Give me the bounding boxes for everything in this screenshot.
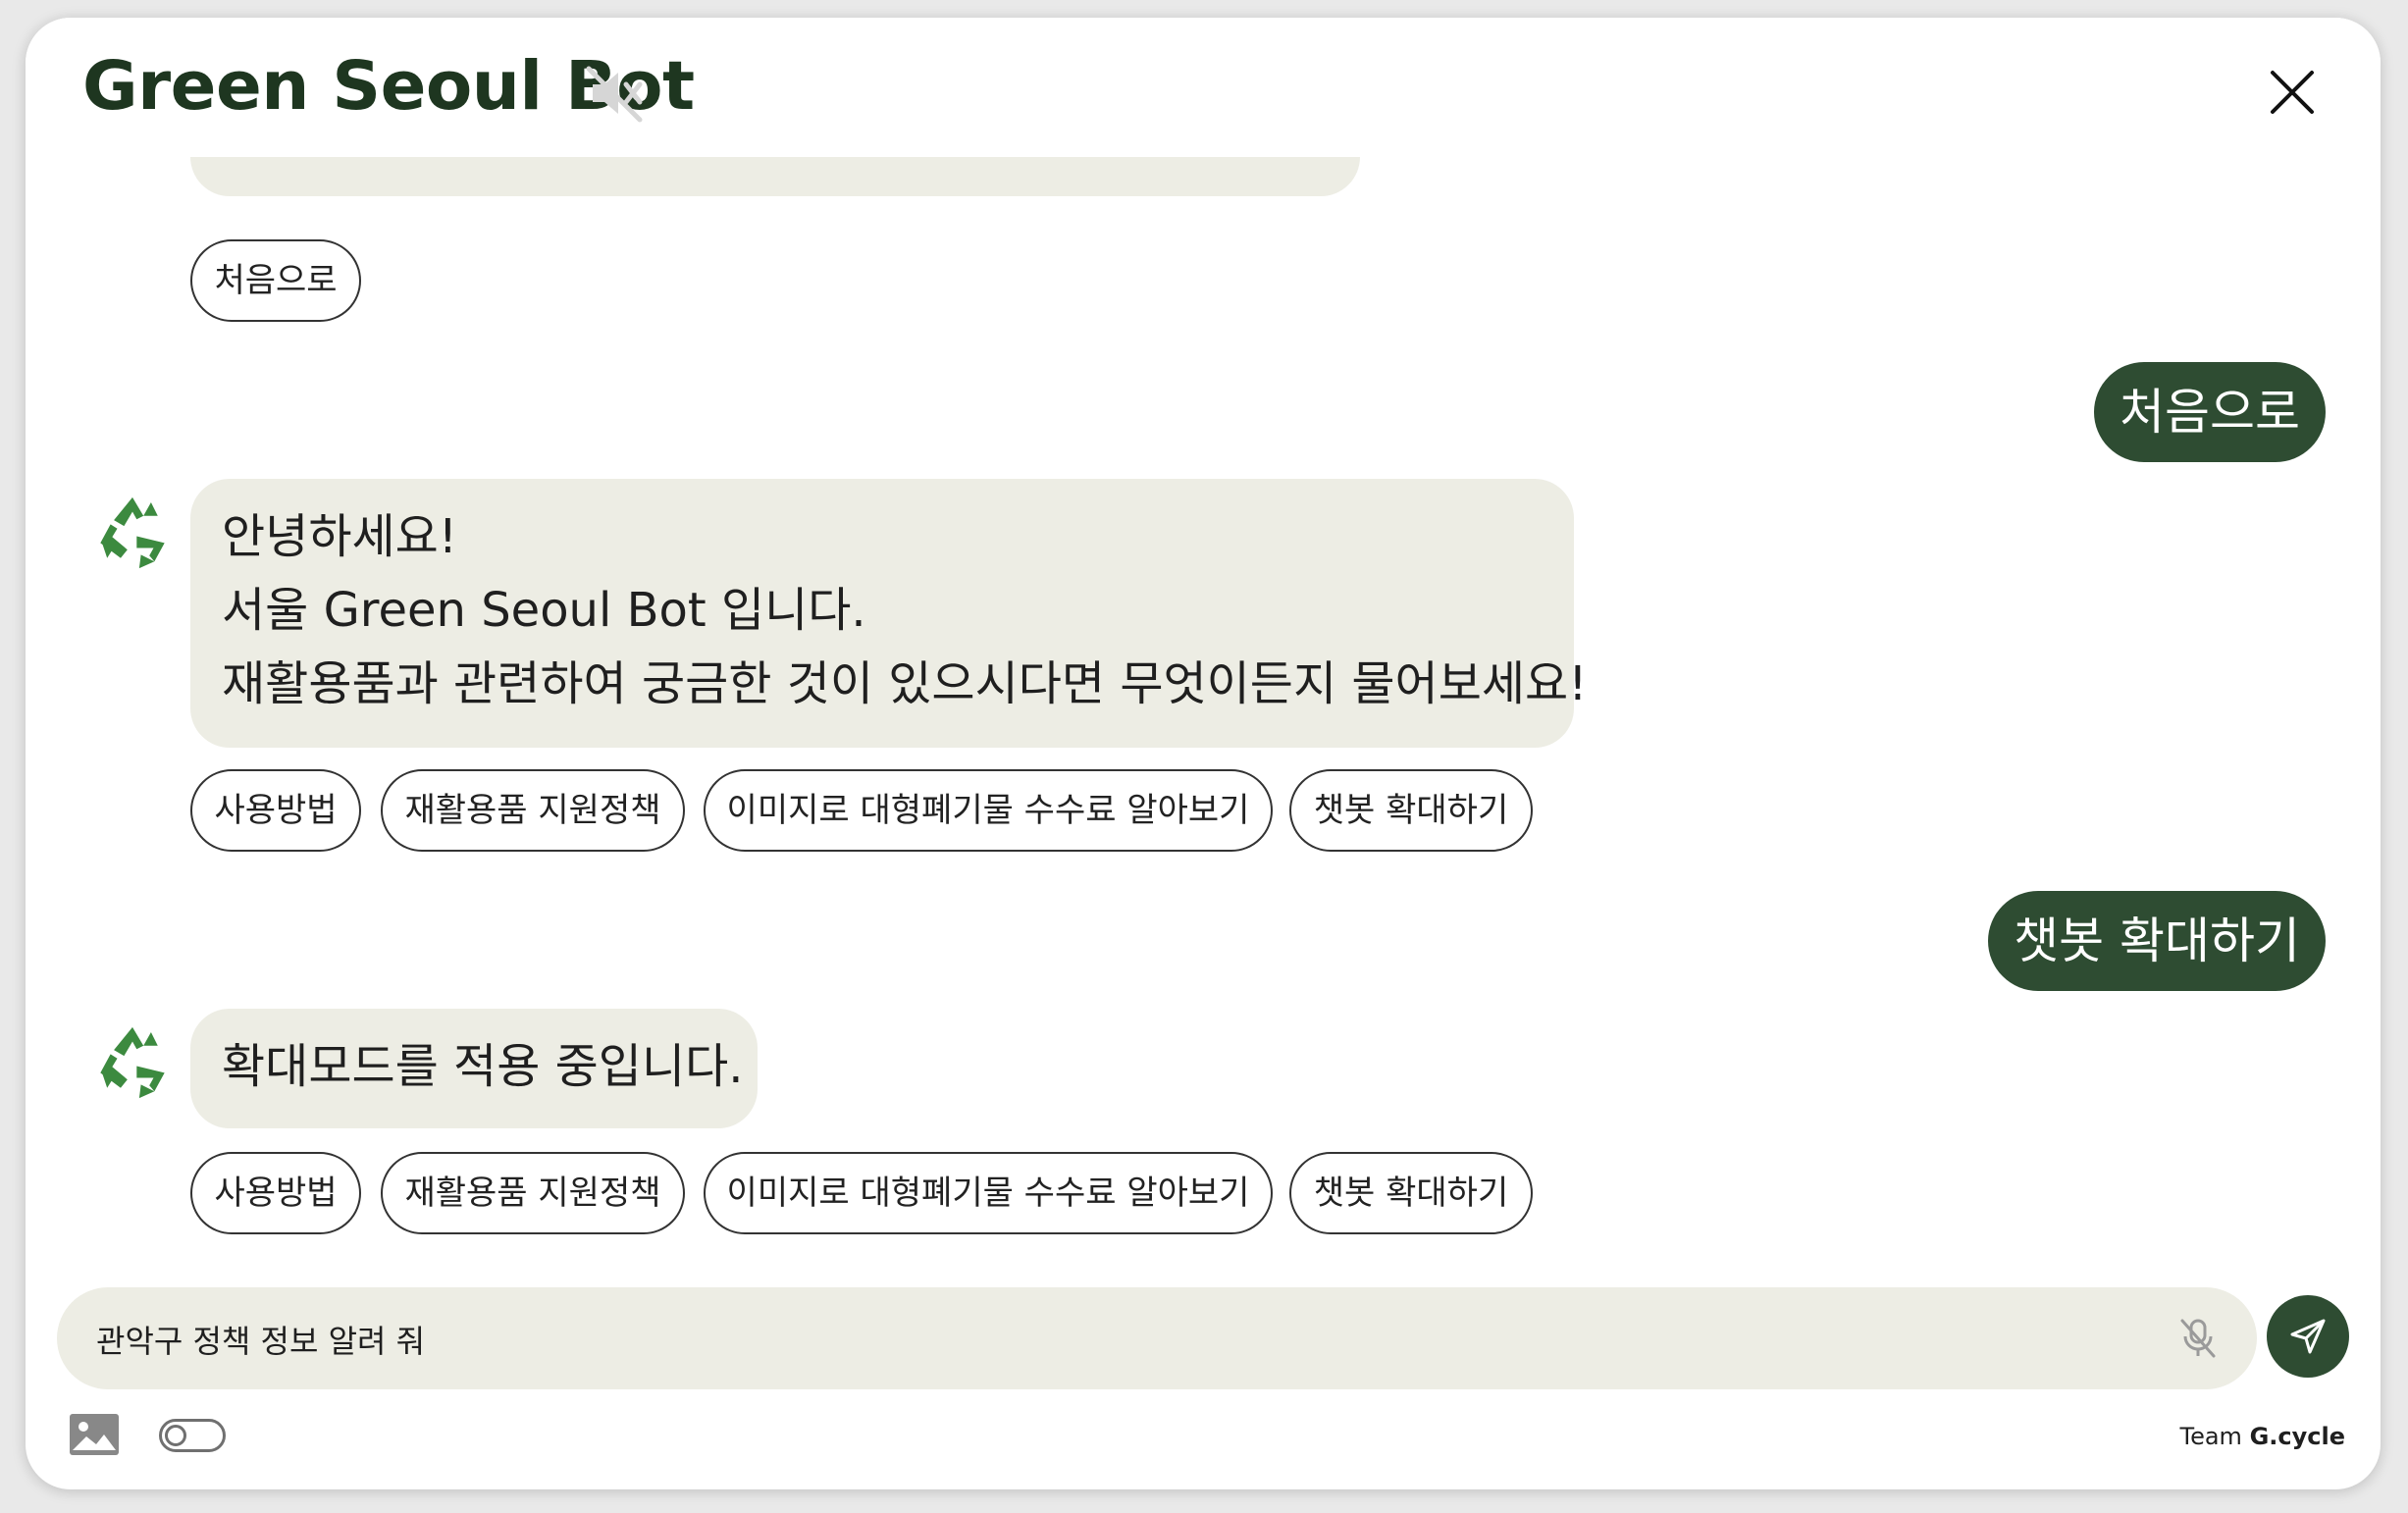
team-credit: Team G.cycle (2180, 1423, 2346, 1450)
chip-image-fee-lookup[interactable]: 이미지로 대형폐기물 수수료 알아보기 (704, 769, 1273, 852)
bot-message-zoom: 확대모드를 적용 중입니다. (190, 1009, 758, 1128)
greeting-line-1: 안녕하세요! (222, 509, 458, 564)
credit-prefix: Team (2179, 1423, 2242, 1450)
greeting-line-3: 재활용품과 관련하여 궁금한 것이 있으시다면 무엇이든지 물어보세요! (222, 656, 1588, 711)
toggle-switch[interactable] (159, 1419, 226, 1452)
speaker-muted-icon[interactable] (583, 61, 648, 126)
send-button[interactable] (2267, 1295, 2349, 1378)
recycle-avatar-icon (100, 1026, 165, 1099)
chip-recycling-policy[interactable]: 재활용품 지원정책 (381, 1152, 685, 1234)
send-icon (2290, 1319, 2326, 1354)
chip-home[interactable]: 처음으로 (190, 239, 361, 322)
header: Green Seoul Bot (26, 18, 2381, 157)
bot-message-greeting: 안녕하세요! 서울 Green Seoul Bot 입니다. 재활용품과 관련하… (190, 479, 1588, 748)
user-message-1: 처음으로 (2094, 362, 2326, 462)
message-input-bar (57, 1287, 2257, 1391)
chip-image-fee-lookup[interactable]: 이미지로 대형폐기물 수수료 알아보기 (704, 1152, 1273, 1234)
greeting-line-2: 서울 Green Seoul Bot 입니다. (222, 583, 866, 638)
chip-how-to-use[interactable]: 사용방법 (190, 769, 361, 852)
close-icon[interactable] (2257, 57, 2328, 128)
chip-zoom-chatbot[interactable]: 챗봇 확대하기 (1289, 1152, 1533, 1234)
recycle-avatar-icon (100, 496, 165, 569)
toggle-knob (165, 1425, 186, 1446)
chip-zoom-chatbot[interactable]: 챗봇 확대하기 (1289, 769, 1533, 852)
chip-how-to-use[interactable]: 사용방법 (190, 1152, 361, 1234)
image-icon[interactable] (69, 1413, 120, 1456)
credit-brand: G.cycle (2249, 1423, 2345, 1450)
user-message-2: 챗봇 확대하기 (1988, 891, 2326, 991)
message-input[interactable] (94, 1287, 2110, 1391)
chat-area[interactable]: 서울시민의 재활용품 지원 정책과 관련된 질문에 답합니다. 처음으로 처음으… (26, 18, 2381, 1264)
mic-off-icon[interactable] (2176, 1317, 2220, 1360)
chatbot-window: 서울시민의 재활용품 지원 정책과 관련된 질문에 답합니다. 처음으로 처음으… (26, 18, 2381, 1489)
chip-recycling-policy[interactable]: 재활용품 지원정책 (381, 769, 685, 852)
